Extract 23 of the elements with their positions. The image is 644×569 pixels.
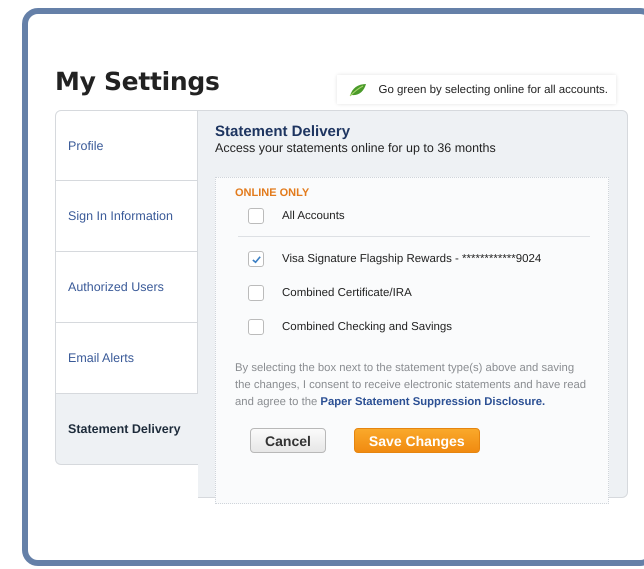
cancel-button[interactable]: Cancel xyxy=(250,428,326,453)
checkbox-label: Combined Certificate/IRA xyxy=(282,287,412,299)
checkbox[interactable] xyxy=(248,319,264,335)
sidebar-tab[interactable]: Authorized Users xyxy=(55,252,198,323)
sidebar-tab[interactable]: Statement Delivery xyxy=(55,394,198,465)
sidebar-tab[interactable]: Sign In Information xyxy=(55,181,198,252)
checkbox-label: Combined Checking and Savings xyxy=(282,321,452,333)
checkmark-icon xyxy=(250,254,262,264)
consent-text: By selecting the box next to the statement type(s) above and saving the changes, I consent to receive electronic statements and have read and agree to the Paper Statement Suppression Disclosure. xyxy=(235,361,588,410)
checkbox[interactable] xyxy=(248,208,264,224)
checkbox-label: All Accounts xyxy=(282,210,345,222)
section-label: ONLINE ONLY xyxy=(235,187,310,199)
page-title: My Settings xyxy=(55,67,220,96)
disclosure-link[interactable]: Paper Statement Suppression Disclosure. xyxy=(320,396,546,408)
checkbox[interactable] xyxy=(248,251,264,267)
section-subtitle: Access your statements online for up to 36 months xyxy=(215,141,497,155)
sidebar-tab[interactable]: Profile xyxy=(55,110,198,181)
tip-text: Go green by selecting online for all accounts. xyxy=(378,84,608,96)
checkbox[interactable] xyxy=(248,285,264,301)
checkbox-label: Visa Signature Flagship Rewards - ************9024 xyxy=(282,253,542,265)
sidebar-tab[interactable]: Email Alerts xyxy=(55,323,198,394)
leaf-icon xyxy=(348,83,366,97)
section-title: Statement Delivery xyxy=(215,123,352,140)
